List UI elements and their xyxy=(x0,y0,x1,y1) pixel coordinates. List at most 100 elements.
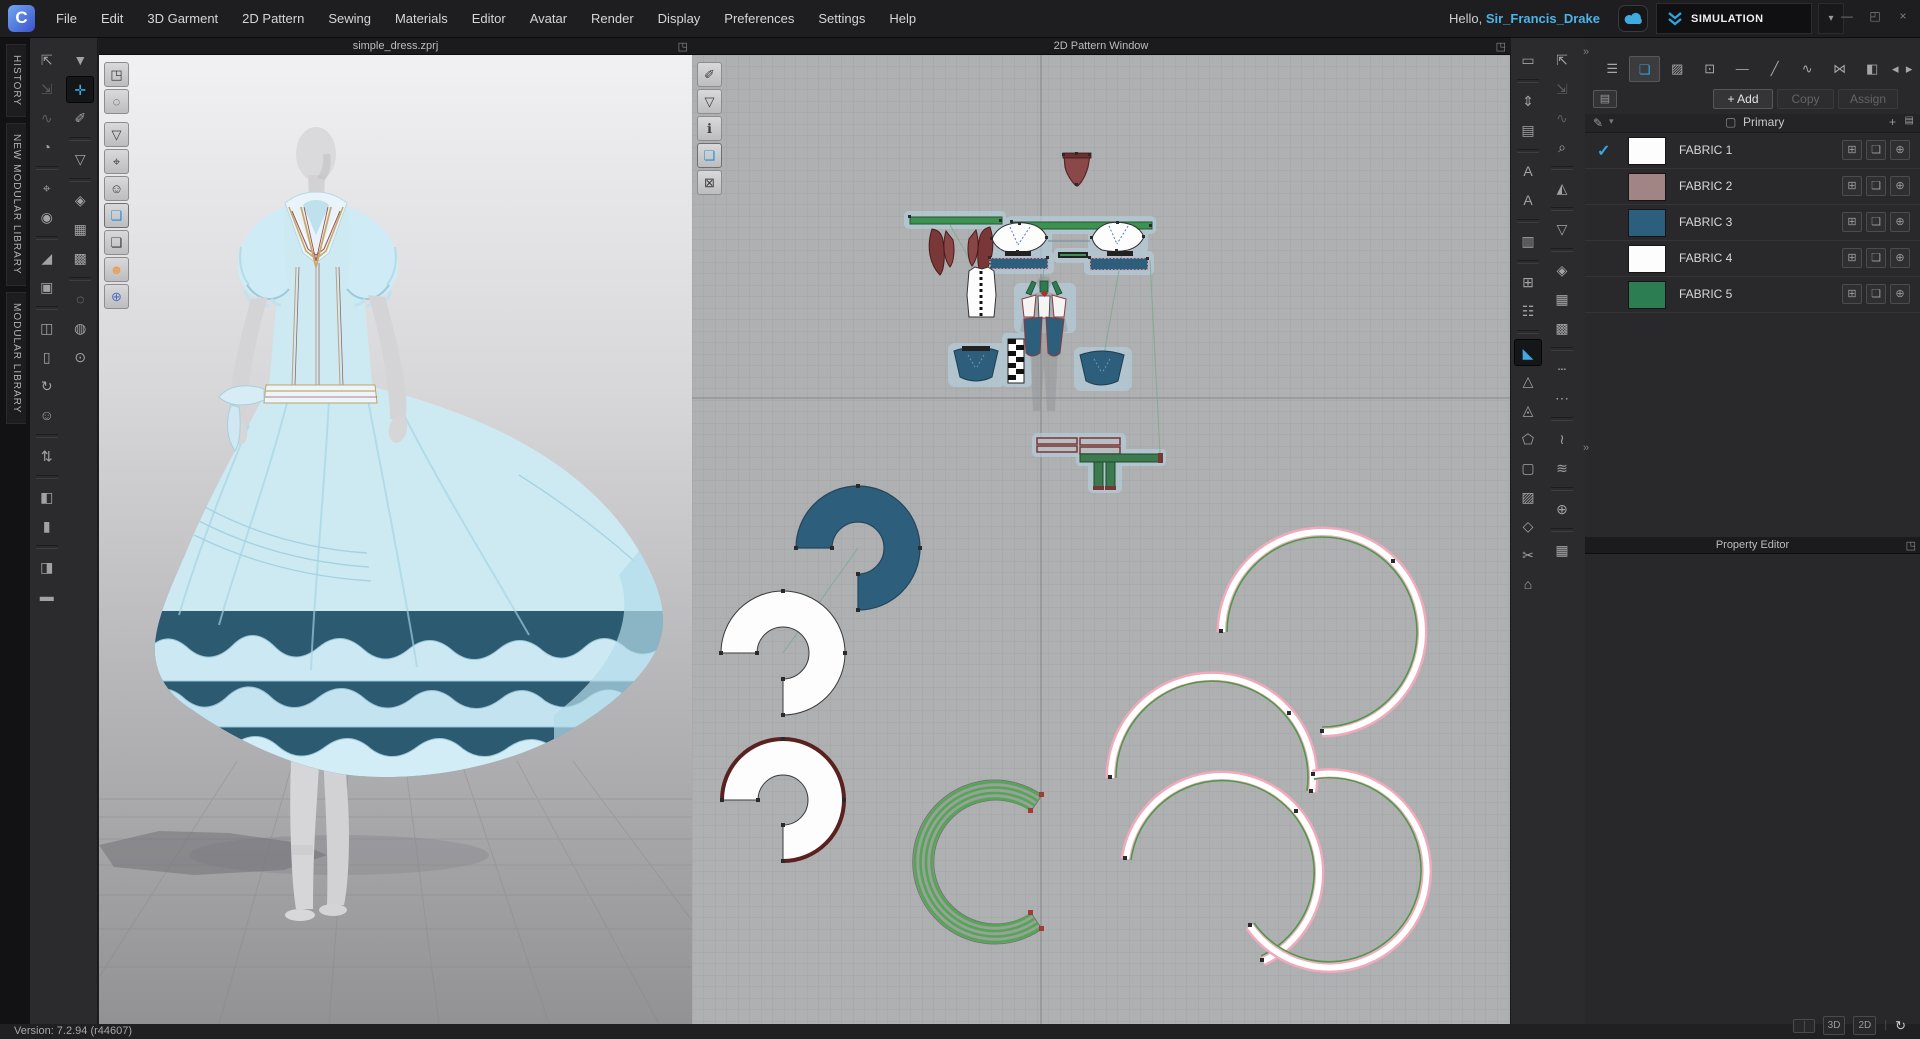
pattern-shape-tool[interactable]: ⌂ xyxy=(1514,571,1542,598)
minimize-window-button[interactable]: — xyxy=(1838,9,1856,23)
pattern-2d-canvas[interactable]: ✐ ▽ ℹ ❏ ⊠ xyxy=(692,55,1510,1024)
sidebar-tab-history[interactable]: HISTORY xyxy=(6,44,26,118)
show-3d-button[interactable]: 3D xyxy=(1822,1016,1846,1035)
sew-zoom[interactable]: ⌕ xyxy=(1548,134,1576,161)
fabric-clone-icon[interactable]: ❏ xyxy=(1866,284,1886,304)
pattern-pair-tool[interactable]: ☷ xyxy=(1514,298,1542,325)
free-sew-2d[interactable]: ∿ xyxy=(1548,105,1576,132)
show-3d-pattern[interactable]: ❏ xyxy=(104,203,129,228)
iron-tool[interactable]: ◭ xyxy=(1548,175,1576,202)
fabric-swatch[interactable] xyxy=(1628,281,1666,309)
tabs-scroll-right[interactable]: ▸ xyxy=(1903,56,1915,82)
pleats-tool[interactable]: ▥ xyxy=(1514,228,1542,255)
fabric-add-icon[interactable]: ⊞ xyxy=(1842,140,1862,160)
roll-tool[interactable]: ▮ xyxy=(33,513,61,540)
show-garment-2d[interactable]: ▽ xyxy=(697,89,722,114)
edit-texture-tool[interactable]: ◈ xyxy=(66,187,94,214)
free-sewing-tool[interactable]: ⇲ xyxy=(33,76,61,103)
select-garment-2d[interactable]: ▽ xyxy=(1548,216,1576,243)
fabric-clone-icon[interactable]: ❏ xyxy=(1866,248,1886,268)
simulation-button[interactable]: SIMULATION xyxy=(1656,3,1812,34)
menu-item-help[interactable]: Help xyxy=(877,0,928,38)
fabric-row-3[interactable]: FABRIC 3 ⊞ ❏ ⊕ xyxy=(1585,205,1920,241)
tab-list[interactable]: ☰ xyxy=(1597,56,1627,82)
rectangle-tool[interactable]: ▢ xyxy=(1514,455,1542,482)
menu-item-avatar[interactable]: Avatar xyxy=(518,0,579,38)
menu-item-2d-pattern[interactable]: 2D Pattern xyxy=(230,0,316,38)
close-window-button[interactable]: × xyxy=(1894,9,1912,23)
roll-select-tool[interactable]: ◧ xyxy=(33,484,61,511)
property-editor-header[interactable]: Property Editor ◳ xyxy=(1585,537,1920,554)
fold-arrangement-tool[interactable]: ◢ xyxy=(33,245,61,272)
edit-pencil-icon[interactable]: ✎ xyxy=(1593,116,1603,130)
pattern-outline-tool[interactable]: ▭ xyxy=(1514,47,1542,74)
button-tool[interactable]: ◍ xyxy=(66,315,94,342)
tab-topstitch[interactable]: ╱ xyxy=(1759,56,1789,82)
folder-small-icon[interactable]: ▤ xyxy=(1905,115,1914,126)
fabric-swatch[interactable] xyxy=(1628,245,1666,273)
primary-section-bar[interactable]: ✎ ▾ ▢ Primary + ▤ xyxy=(1585,114,1920,133)
fabric-assign-icon[interactable]: ⊕ xyxy=(1890,176,1910,196)
basting-tool[interactable]: ┄ xyxy=(1548,356,1576,383)
rotate-garment-tool[interactable]: ↻ xyxy=(33,373,61,400)
menu-item-settings[interactable]: Settings xyxy=(806,0,877,38)
segment-sewing-tool[interactable]: ⇱ xyxy=(33,47,61,74)
tab-texture[interactable]: ▨ xyxy=(1662,56,1692,82)
fabric-row-1[interactable]: ✓ FABRIC 1 ⊞ ❏ ⊕ xyxy=(1585,133,1920,169)
cloud-sync-icon[interactable] xyxy=(1618,5,1648,32)
viewport3d-popout-icon[interactable]: ◳ xyxy=(678,39,688,55)
add-button[interactable]: + Add xyxy=(1713,89,1773,109)
curve-edit-tool[interactable]: ✐ xyxy=(66,105,94,132)
fabric-swatch[interactable] xyxy=(1628,209,1666,237)
menu-item-preferences[interactable]: Preferences xyxy=(712,0,806,38)
pattern-print-tool[interactable]: ▦ xyxy=(66,216,94,243)
gift-wrap-tool[interactable]: ▦ xyxy=(1548,537,1576,564)
show-pins[interactable]: ⌖ xyxy=(104,149,129,174)
lock-pattern[interactable]: ⊠ xyxy=(697,170,722,195)
segment-sew-2d[interactable]: ⇲ xyxy=(1548,76,1576,103)
fabric-assign-icon[interactable]: ⊕ xyxy=(1890,248,1910,268)
tab-button[interactable]: ⊡ xyxy=(1694,56,1724,82)
zigzag-tool[interactable]: ≋ xyxy=(1548,455,1576,482)
copy-button[interactable]: Copy xyxy=(1777,89,1834,109)
menu-item-sewing[interactable]: Sewing xyxy=(316,0,383,38)
shirring-tool[interactable]: ≀ xyxy=(1548,426,1576,453)
tape-measure-tool[interactable]: ▤ xyxy=(1514,117,1542,144)
fit-to-avatar-tool[interactable]: ☺ xyxy=(33,402,61,429)
restore-window-button[interactable]: ◰ xyxy=(1866,9,1884,23)
fabric-strip-tool[interactable]: ▬ xyxy=(33,583,61,610)
panel-collapse-arrow-top[interactable]: » xyxy=(1583,46,1589,58)
clone-layer-tool[interactable]: ⊞ xyxy=(1514,269,1542,296)
fabric-row-4[interactable]: FABRIC 4 ⊞ ❏ ⊕ xyxy=(1585,241,1920,277)
tab-fabric[interactable]: ❏ xyxy=(1629,56,1660,82)
sidebar-tab-modular-library[interactable]: MODULAR LIBRARY xyxy=(6,291,26,425)
fabric-row-5[interactable]: FABRIC 5 ⊞ ❏ ⊕ xyxy=(1585,277,1920,313)
folder-icon[interactable]: ▤ xyxy=(1593,90,1617,108)
fabric-row-2[interactable]: FABRIC 2 ⊞ ❏ ⊕ xyxy=(1585,169,1920,205)
text-select-tool[interactable]: A xyxy=(1514,158,1542,185)
fabric-swatch[interactable] xyxy=(1628,137,1666,165)
fabric-clone-icon[interactable]: ❏ xyxy=(1866,140,1886,160)
panel-collapse-arrow-bottom[interactable]: » xyxy=(1583,442,1589,454)
pattern-piece-bodice-back[interactable] xyxy=(966,266,997,318)
fabric-strip-select-tool[interactable]: ◨ xyxy=(33,554,61,581)
viewport-3d-canvas[interactable]: ◳ ◌ ▽ ⌖ ☺ ❏ ❏ ☻ ⊕ xyxy=(68,55,770,1025)
show-info[interactable]: ℹ xyxy=(697,116,722,141)
show-2d-pattern[interactable]: ❏ xyxy=(697,143,722,168)
garment-front-tool[interactable]: ▯ xyxy=(33,344,61,371)
tack-on-avatar-tool[interactable]: ◉ xyxy=(33,204,61,231)
tab-bow[interactable]: ⋈ xyxy=(1824,56,1854,82)
show-sewing-needle[interactable]: ✐ xyxy=(697,62,722,87)
fabric-add-icon[interactable]: ⊞ xyxy=(1842,212,1862,232)
assign-button[interactable]: Assign xyxy=(1838,89,1898,109)
show-avatar-head[interactable]: ☻ xyxy=(104,257,129,282)
menu-item-render[interactable]: Render xyxy=(579,0,646,38)
tab-trim[interactable]: ◧ xyxy=(1857,56,1887,82)
edit-pattern-tool[interactable]: ◣ xyxy=(1514,339,1542,366)
username-link[interactable]: Sir_Francis_Drake xyxy=(1486,11,1600,26)
fabric-swatch[interactable] xyxy=(1628,173,1666,201)
select-garment-tool[interactable]: ▽ xyxy=(66,146,94,173)
buttonhole-lock-tool[interactable]: ⊙ xyxy=(66,344,94,371)
dart-tool[interactable]: ▨ xyxy=(1514,484,1542,511)
sync-refresh-button[interactable]: ↻ xyxy=(1895,1018,1906,1033)
